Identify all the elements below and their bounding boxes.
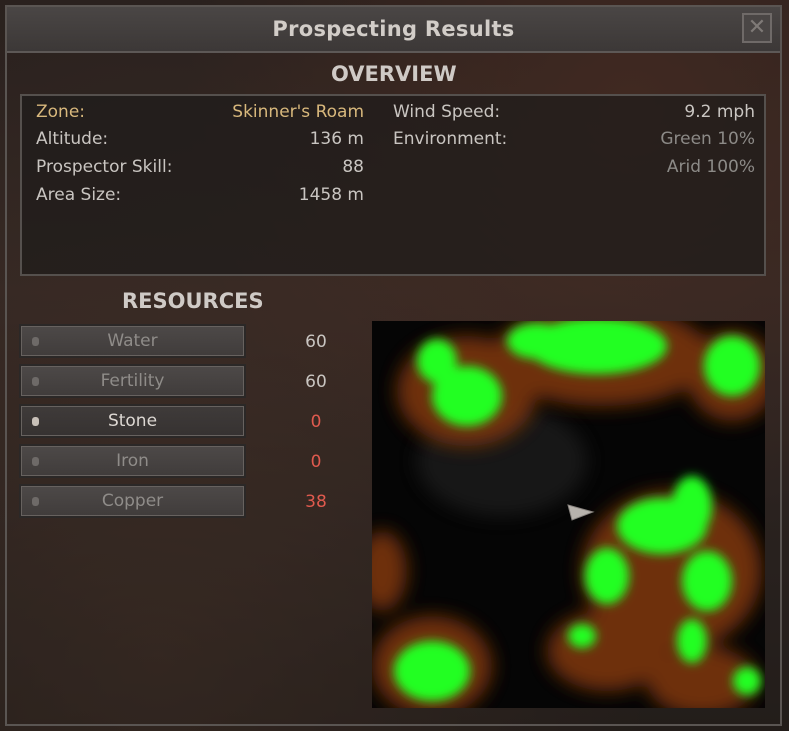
environment-label: Environment: <box>393 129 508 149</box>
resources-heading: RESOURCES <box>122 289 264 313</box>
resource-value-copper: 38 <box>305 492 327 512</box>
title-bar: Prospecting Results ✕ <box>7 7 780 53</box>
environment-green-value: Green 10% <box>660 129 755 149</box>
resource-map-canvas <box>372 321 765 708</box>
close-button[interactable]: ✕ <box>742 13 772 43</box>
resource-button-water[interactable]: Water <box>19 324 246 358</box>
resource-value-fertility: 60 <box>305 372 327 392</box>
resource-button-fertility[interactable]: Fertility <box>19 364 246 398</box>
zone-value: Skinner's Roam <box>232 102 364 122</box>
resource-label: Iron <box>116 451 149 471</box>
resource-label: Water <box>107 331 158 351</box>
area-value: 1458 m <box>298 185 364 205</box>
altitude-value: 136 m <box>309 129 364 149</box>
resource-button-iron[interactable]: Iron <box>19 444 246 478</box>
skill-label: Prospector Skill: <box>36 157 173 177</box>
wind-label: Wind Speed: <box>393 102 501 122</box>
resource-value-water: 60 <box>305 332 327 352</box>
overview-heading: OVERVIEW <box>331 62 457 86</box>
area-label: Area Size: <box>36 185 122 205</box>
resource-label: Copper <box>101 491 164 511</box>
radio-dot-icon <box>32 377 39 386</box>
skill-value: 88 <box>342 157 364 177</box>
resource-value-iron: 0 <box>310 452 322 472</box>
altitude-label: Altitude: <box>36 129 109 149</box>
radio-dot-icon <box>32 337 39 346</box>
window-title: Prospecting Results <box>272 17 515 41</box>
resource-label: Fertility <box>100 371 165 391</box>
radio-dot-icon <box>32 417 39 426</box>
wind-value: 9.2 mph <box>684 102 755 122</box>
radio-dot-icon <box>32 457 39 466</box>
resource-map[interactable] <box>372 321 765 708</box>
environment-arid-value: Arid 100% <box>666 157 755 177</box>
resource-value-stone: 0 <box>310 412 322 432</box>
resource-button-copper[interactable]: Copper <box>19 484 246 518</box>
zone-label: Zone: <box>36 102 86 122</box>
close-icon: ✕ <box>747 15 767 40</box>
radio-dot-icon <box>32 497 39 506</box>
resource-button-stone[interactable]: Stone <box>19 404 246 438</box>
resource-label: Stone <box>107 411 158 431</box>
